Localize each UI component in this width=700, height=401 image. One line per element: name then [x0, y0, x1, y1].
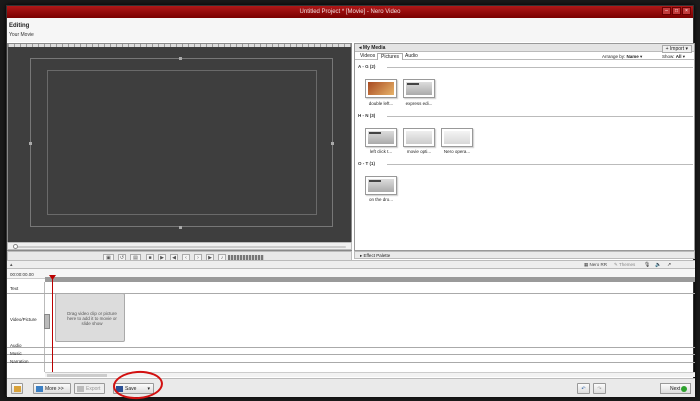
next-arrow-icon	[681, 386, 687, 392]
themes-button[interactable]: ✎ Themes	[614, 262, 635, 268]
timecode: 00:00:00.00	[10, 272, 34, 277]
project-icon-button[interactable]	[11, 383, 23, 394]
import-button[interactable]: + Import ▾	[661, 45, 692, 53]
media-title-label: My Media	[362, 45, 386, 51]
title-safe-inner-frame	[47, 70, 317, 215]
scrubber-knob[interactable]	[13, 244, 18, 249]
scrollbar-thumb[interactable]	[47, 374, 107, 377]
bottom-bar: More >> Export Save ▾ ↶ ↷ Next	[7, 378, 695, 397]
effect-palette-label: Effect Palette	[363, 253, 391, 258]
preview-ruler	[8, 44, 351, 47]
track-label-narration: Narration	[10, 359, 29, 364]
scrubber-track	[16, 246, 346, 248]
header: Editing Your Movie	[7, 18, 693, 42]
next-button[interactable]: Next	[660, 383, 691, 394]
project-icon	[14, 386, 21, 392]
show-value: All	[675, 54, 682, 59]
next-label: Next	[670, 386, 681, 392]
tab-audio[interactable]: Audio	[402, 53, 421, 60]
show-filter[interactable]: Show: All ▾	[662, 54, 685, 60]
maximize-button[interactable]: □	[672, 7, 681, 15]
application-window: Untitled Project * [Movie] - Nero Video …	[6, 5, 695, 401]
microphone-icon[interactable]: 🎙	[644, 262, 650, 268]
more-label: More >>	[45, 386, 64, 392]
media-thumbnail[interactable]	[403, 79, 435, 98]
nero-rr-button[interactable]: ▦ Nero RR	[584, 262, 607, 268]
playhead[interactable]	[52, 276, 53, 374]
group-header[interactable]: O - T (1)	[358, 161, 375, 166]
video-preview[interactable]	[7, 43, 352, 251]
title-bar: Untitled Project * [Movie] - Nero Video …	[7, 6, 693, 18]
track-label-audio: Audio	[10, 343, 22, 348]
arrange-label: Arrange by:	[602, 54, 626, 59]
media-thumbnail[interactable]	[365, 79, 397, 98]
window-controls: – □ ×	[662, 7, 691, 16]
divider	[387, 164, 693, 165]
track-label-video: Video/Picture	[10, 317, 37, 322]
collapse-icon[interactable]: ▴	[10, 262, 13, 268]
thumbnail-label: Nero opera...	[443, 149, 471, 154]
group-header[interactable]: A - G (2)	[358, 64, 375, 69]
media-thumbnail[interactable]	[365, 128, 397, 147]
show-label: Show:	[662, 54, 675, 59]
media-thumbnail[interactable]	[441, 128, 473, 147]
speaker-icon[interactable]: 🔈	[655, 262, 661, 268]
zoom-icon[interactable]: ↗	[667, 262, 671, 268]
clip-trim-handle[interactable]	[44, 314, 50, 329]
preview-scrubber[interactable]	[7, 242, 352, 250]
divider	[387, 67, 693, 68]
arrange-by-control[interactable]: Arrange by: Name ▾	[602, 54, 642, 60]
export-label: Export	[86, 386, 101, 392]
nero-rr-label: Nero RR	[589, 262, 608, 267]
more-icon	[36, 386, 43, 392]
project-subtitle: Your Movie	[9, 32, 34, 38]
thumbnail-label: left click t...	[369, 149, 393, 154]
window-title: Untitled Project * [Movie] - Nero Video	[299, 9, 401, 15]
redo-button[interactable]: ↷	[593, 383, 606, 394]
media-title: ◂ My Media	[359, 45, 386, 51]
export-button[interactable]: Export	[74, 383, 105, 394]
close-button[interactable]: ×	[682, 7, 691, 15]
import-label: Import	[669, 46, 685, 52]
thumbnail-label: double left...	[368, 101, 394, 106]
my-media-panel: ◂ My Media + Import ▾ Videos Pictures Au…	[354, 43, 695, 251]
media-thumbnail[interactable]	[403, 128, 435, 147]
effect-palette-bar[interactable]: ▸ Effect Palette	[354, 251, 695, 259]
resize-handle[interactable]	[29, 142, 32, 145]
themes-label: Themes	[618, 262, 636, 267]
timeline-toolbar: ▴ ▦ Nero RR ✎ Themes 🎙 🔈 ↗	[7, 260, 695, 269]
track-label-music: Music	[10, 351, 22, 356]
minimize-button[interactable]: –	[662, 7, 671, 15]
resize-handle[interactable]	[331, 142, 334, 145]
divider	[387, 116, 693, 117]
drop-hint: Drag video clip or picture here to add i…	[67, 311, 117, 326]
undo-icon: ↶	[581, 386, 586, 392]
media-header: ◂ My Media + Import ▾	[355, 44, 694, 53]
tab-videos[interactable]: Videos	[357, 53, 378, 60]
thumbnail-label: express edi...	[405, 101, 433, 106]
media-thumbnail[interactable]	[365, 176, 397, 195]
tab-pictures[interactable]: Pictures	[377, 53, 404, 60]
redo-icon: ↷	[597, 386, 602, 392]
arrange-value: Name	[626, 54, 639, 59]
mode-title: Editing	[9, 23, 30, 29]
track-label-text: Text	[10, 286, 19, 291]
drop-zone[interactable]: Drag video clip or picture here to add i…	[55, 293, 125, 342]
thumbnail-label: on the dro...	[368, 197, 394, 202]
thumbnail-label: movie opti...	[406, 149, 432, 154]
media-tabs: Videos Pictures Audio Arrange by: Name ▾…	[355, 53, 694, 60]
group-header[interactable]: H - N (3)	[358, 113, 375, 118]
more-button[interactable]: More >>	[33, 383, 71, 394]
track-divider	[7, 362, 695, 363]
track-divider	[7, 354, 695, 355]
track-divider	[7, 347, 695, 348]
resize-handle[interactable]	[179, 226, 182, 229]
export-icon	[77, 386, 84, 392]
undo-button[interactable]: ↶	[577, 383, 590, 394]
timeline-ruler[interactable]	[45, 277, 695, 282]
resize-handle[interactable]	[179, 57, 182, 60]
